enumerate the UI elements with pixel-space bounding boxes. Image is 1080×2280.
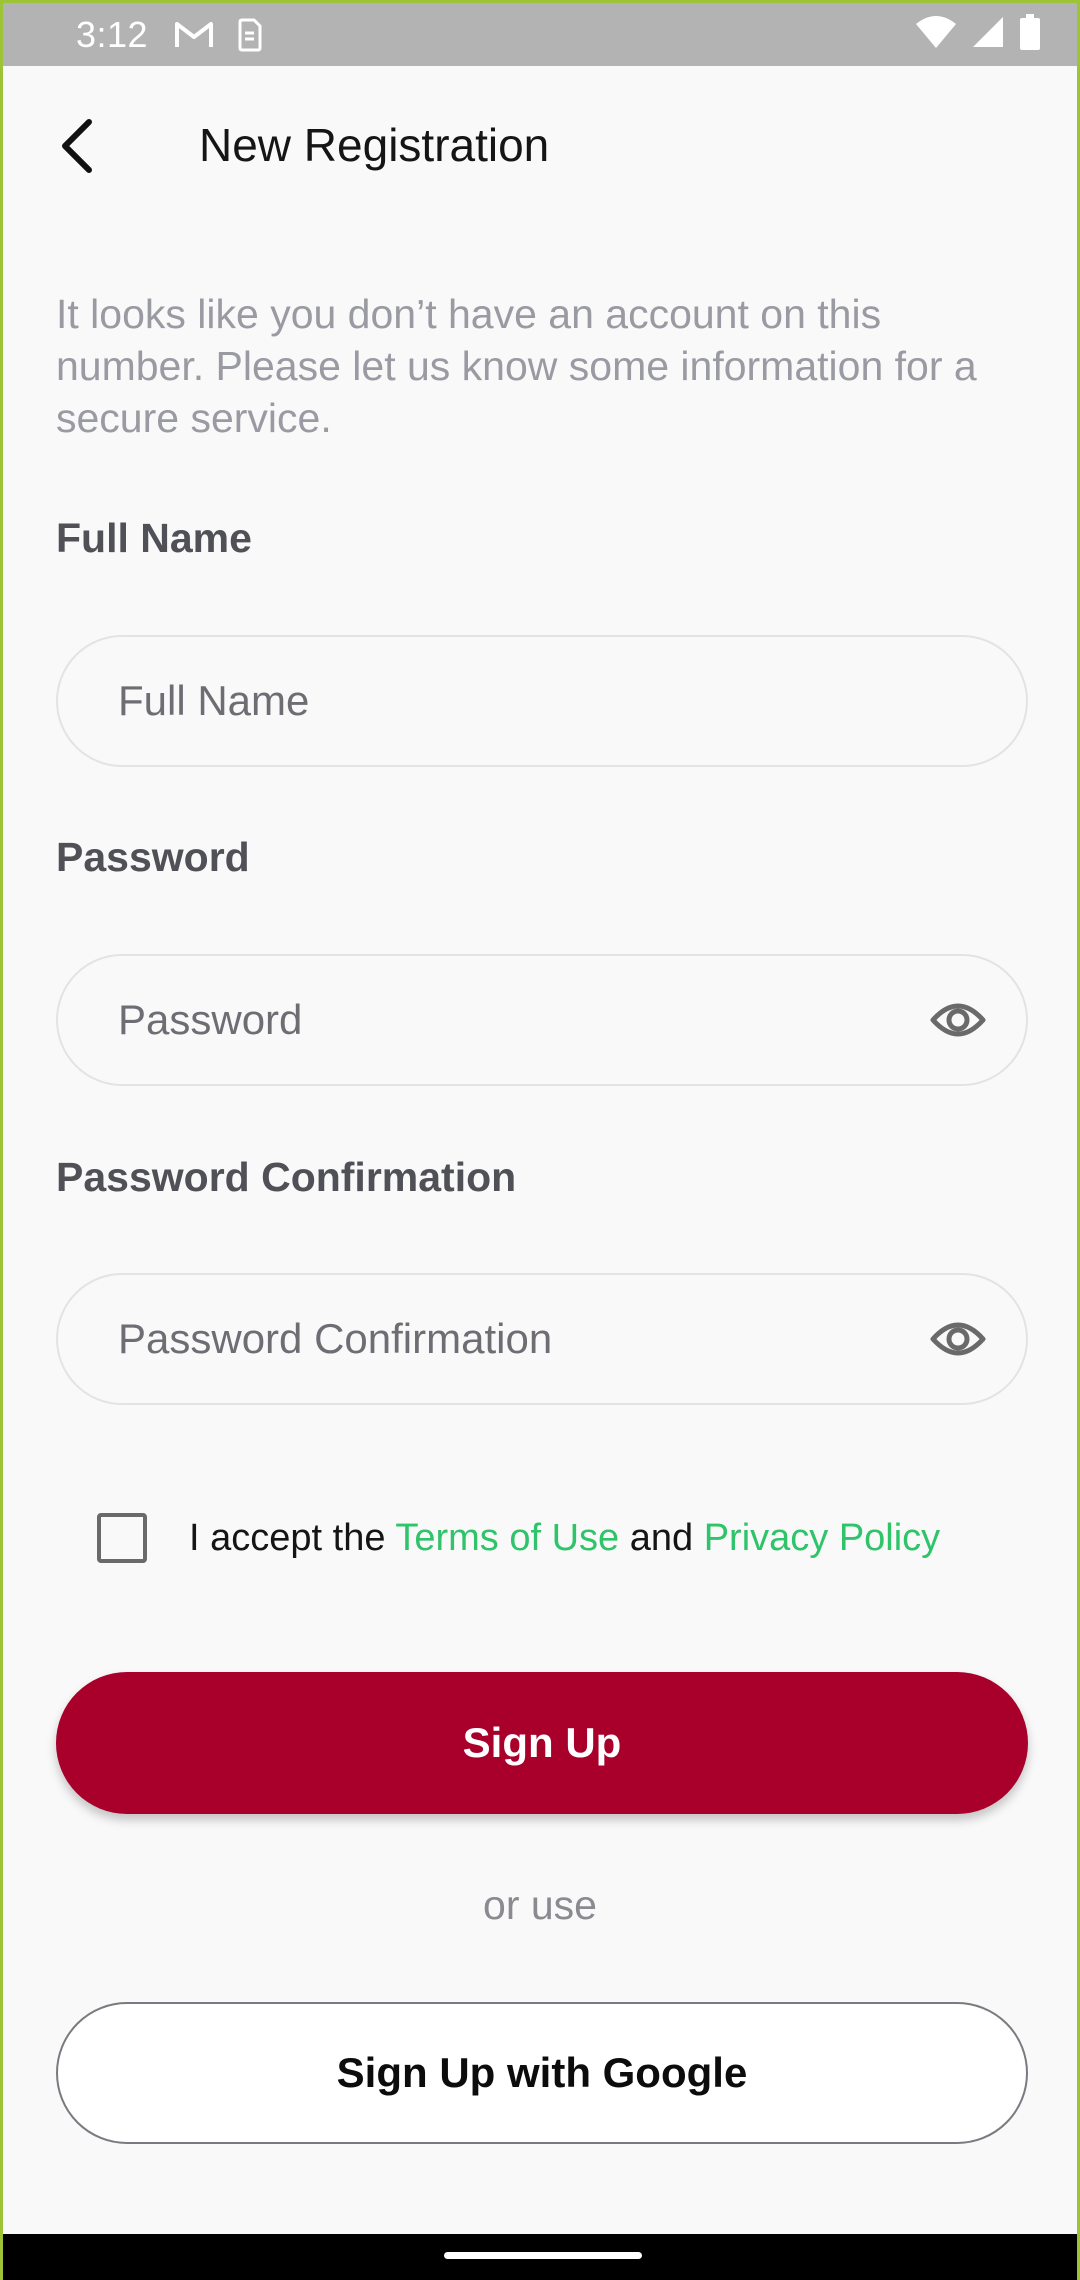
sign-up-with-google-button[interactable]: Sign Up with Google <box>56 2002 1028 2144</box>
full-name-field[interactable] <box>56 635 1028 767</box>
or-use-divider-text: or use <box>483 1882 597 1928</box>
password-label: Password <box>56 834 250 880</box>
terms-checkbox[interactable] <box>97 1513 147 1563</box>
password-confirmation-label: Password Confirmation <box>56 1154 517 1200</box>
page-title: New Registration <box>199 119 550 171</box>
status-right-icons <box>915 14 1041 55</box>
arrow-back-icon <box>62 119 92 173</box>
terms-text: I accept the Terms of Use and Privacy Po… <box>189 1517 940 1560</box>
terms-of-use-link[interactable]: Terms of Use <box>395 1517 619 1559</box>
navigation-bar <box>3 2234 1077 2280</box>
eye-icon <box>930 1003 986 1037</box>
sign-up-button[interactable]: Sign Up <box>56 1672 1028 1814</box>
gmail-icon <box>174 20 214 50</box>
password-confirmation-field[interactable] <box>56 1273 1028 1405</box>
full-name-input[interactable] <box>118 677 990 725</box>
password-visibility-toggle[interactable] <box>926 988 990 1052</box>
full-name-label: Full Name <box>56 515 252 561</box>
password-confirmation-visibility-toggle[interactable] <box>926 1307 990 1371</box>
intro-text: It looks like you don’t have an account … <box>56 291 977 441</box>
sim-card-icon <box>236 18 262 52</box>
terms-middle: and <box>619 1516 704 1559</box>
privacy-policy-link[interactable]: Privacy Policy <box>704 1517 941 1559</box>
status-time: 3:12 <box>76 13 149 55</box>
password-field[interactable] <box>56 954 1028 1086</box>
battery-icon <box>1019 14 1041 55</box>
registration-screen: 3:12 New Registration It looks like you … <box>0 0 1080 2280</box>
password-input[interactable] <box>118 996 926 1044</box>
back-button[interactable] <box>37 106 117 186</box>
status-bar: 3:12 <box>3 3 1077 66</box>
password-confirmation-input[interactable] <box>118 1315 926 1363</box>
terms-row: I accept the Terms of Use and Privacy Po… <box>97 1510 940 1566</box>
signal-icon <box>971 15 1005 54</box>
eye-icon <box>930 1322 986 1356</box>
wifi-icon <box>915 15 957 54</box>
app-bar: New Registration <box>3 66 1077 226</box>
home-indicator[interactable] <box>444 2252 642 2259</box>
terms-prefix: I accept the <box>189 1516 396 1559</box>
